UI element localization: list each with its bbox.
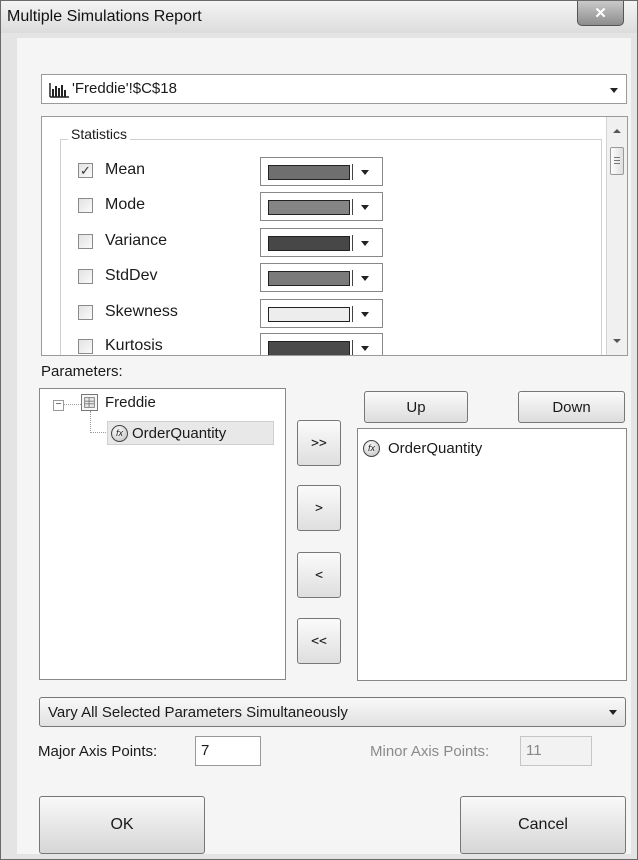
divider bbox=[352, 340, 353, 355]
collapse-icon[interactable]: − bbox=[53, 400, 64, 411]
up-button[interactable]: Up bbox=[364, 391, 468, 423]
title-bar: Multiple Simulations Report ✕ bbox=[1, 1, 637, 33]
chevron-down-icon bbox=[361, 276, 369, 281]
color-swatch bbox=[268, 341, 350, 355]
cell-reference-text: 'Freddie'!$C$18 bbox=[72, 80, 177, 97]
color-swatch bbox=[268, 200, 350, 215]
stat-row-kurtosis: Kurtosis bbox=[42, 333, 587, 355]
mean-checkbox[interactable]: ✓ bbox=[78, 163, 93, 178]
stat-label: Variance bbox=[105, 232, 167, 249]
skewness-checkbox[interactable] bbox=[78, 305, 93, 320]
statistics-group-label: Statistics bbox=[68, 126, 131, 142]
color-swatch bbox=[268, 307, 350, 322]
statistics-scrollbar[interactable] bbox=[606, 117, 627, 355]
parameters-label: Parameters: bbox=[41, 363, 123, 380]
divider bbox=[352, 164, 353, 180]
spreadsheet-icon bbox=[81, 394, 98, 411]
tree-item-orderquantity[interactable]: fx OrderQuantity bbox=[107, 421, 274, 445]
scroll-thumb[interactable] bbox=[610, 147, 624, 175]
grip-line bbox=[614, 163, 620, 164]
vary-mode-dropdown[interactable]: Vary All Selected Parameters Simultaneou… bbox=[39, 697, 626, 727]
mode-color-picker[interactable] bbox=[260, 192, 383, 221]
divider bbox=[352, 270, 353, 286]
tree-connector bbox=[64, 404, 81, 405]
variance-color-picker[interactable] bbox=[260, 228, 383, 257]
range-chart-icon bbox=[49, 83, 69, 98]
divider bbox=[352, 235, 353, 251]
ok-button[interactable]: OK bbox=[39, 796, 205, 854]
mode-checkbox[interactable] bbox=[78, 198, 93, 213]
grip-line bbox=[614, 160, 620, 161]
statistics-panel: Statistics ✓ Mean Mode Variance StdDev S… bbox=[41, 116, 628, 356]
close-icon: ✕ bbox=[594, 5, 607, 22]
stddev-checkbox[interactable] bbox=[78, 269, 93, 284]
tree-connector bbox=[90, 432, 108, 433]
cancel-button[interactable]: Cancel bbox=[460, 796, 626, 854]
divider bbox=[352, 199, 353, 215]
variance-checkbox[interactable] bbox=[78, 234, 93, 249]
minor-axis-input[interactable]: 11 bbox=[520, 736, 592, 766]
selected-parameters-list[interactable]: fx OrderQuantity bbox=[357, 428, 627, 681]
chevron-down-icon bbox=[361, 205, 369, 210]
major-axis-input[interactable]: 7 bbox=[195, 736, 261, 766]
add-button[interactable]: > bbox=[297, 485, 341, 531]
stddev-color-picker[interactable] bbox=[260, 263, 383, 292]
kurtosis-checkbox[interactable] bbox=[78, 339, 93, 354]
function-icon: fx bbox=[363, 440, 380, 457]
stat-label: Kurtosis bbox=[105, 337, 163, 354]
chevron-down-icon bbox=[610, 88, 618, 93]
add-all-button[interactable]: >> bbox=[297, 420, 341, 466]
stat-row-skewness: Skewness bbox=[42, 299, 587, 329]
vary-mode-text: Vary All Selected Parameters Simultaneou… bbox=[48, 704, 348, 721]
tree-item-label: OrderQuantity bbox=[132, 425, 227, 442]
color-swatch bbox=[268, 165, 350, 180]
close-button[interactable]: ✕ bbox=[577, 1, 624, 26]
stat-label: StdDev bbox=[105, 267, 158, 284]
list-item-label: OrderQuantity bbox=[388, 440, 483, 457]
scroll-down-icon[interactable] bbox=[613, 339, 621, 343]
window-title: Multiple Simulations Report bbox=[7, 8, 202, 25]
stat-row-stddev: StdDev bbox=[42, 263, 587, 293]
minor-axis-label: Minor Axis Points: bbox=[370, 743, 490, 760]
remove-button[interactable]: < bbox=[297, 552, 341, 598]
kurtosis-color-picker[interactable] bbox=[260, 333, 383, 355]
chevron-down-icon bbox=[361, 312, 369, 317]
scroll-up-icon[interactable] bbox=[613, 129, 621, 133]
function-icon: fx bbox=[111, 425, 128, 442]
color-swatch bbox=[268, 236, 350, 251]
list-item[interactable]: fx OrderQuantity bbox=[358, 429, 618, 465]
remove-all-button[interactable]: << bbox=[297, 618, 341, 664]
grip-line bbox=[614, 157, 620, 158]
chevron-down-icon bbox=[361, 241, 369, 246]
chevron-down-icon bbox=[361, 170, 369, 175]
stat-label: Mode bbox=[105, 196, 146, 213]
tree-connector bbox=[90, 411, 91, 433]
stat-row-mean: ✓ Mean bbox=[42, 157, 587, 187]
down-button[interactable]: Down bbox=[518, 391, 625, 423]
mean-color-picker[interactable] bbox=[260, 157, 383, 186]
tree-item-freddie[interactable]: Freddie bbox=[105, 394, 156, 411]
stat-label: Mean bbox=[105, 161, 146, 178]
color-swatch bbox=[268, 271, 350, 286]
parameters-tree[interactable]: − Freddie fx OrderQuantity bbox=[39, 388, 286, 680]
stat-row-variance: Variance bbox=[42, 228, 587, 258]
chevron-down-icon bbox=[361, 346, 369, 351]
stat-label: Skewness bbox=[105, 303, 178, 320]
chevron-down-icon bbox=[609, 710, 617, 715]
major-axis-label: Major Axis Points: bbox=[38, 743, 158, 760]
stat-row-mode: Mode bbox=[42, 192, 587, 222]
divider bbox=[352, 306, 353, 322]
skewness-color-picker[interactable] bbox=[260, 299, 383, 328]
cell-reference-dropdown[interactable]: 'Freddie'!$C$18 bbox=[41, 74, 627, 104]
